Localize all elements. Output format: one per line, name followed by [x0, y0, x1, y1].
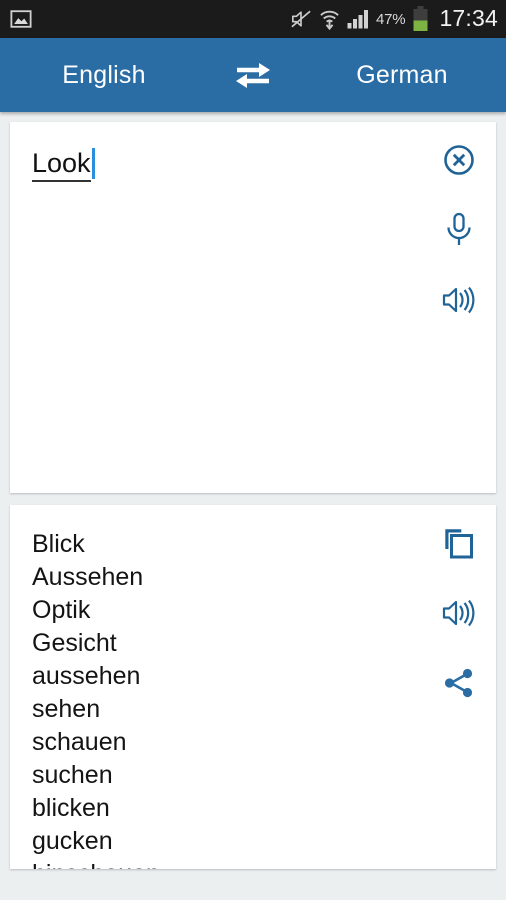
source-language-button[interactable]: English — [0, 61, 208, 90]
source-text-value: Look — [32, 148, 91, 183]
language-header: English German — [0, 38, 506, 112]
input-card-actions — [422, 122, 496, 493]
battery-percent-label: 47% — [376, 10, 406, 28]
speaker-icon — [442, 286, 475, 314]
voice-input-button[interactable] — [439, 210, 479, 250]
clock-label: 17:34 — [439, 4, 498, 31]
clear-icon — [444, 145, 474, 175]
status-bar-notifications — [10, 8, 32, 30]
listen-result-button[interactable] — [439, 593, 479, 633]
swap-languages-button[interactable] — [208, 60, 298, 90]
microphone-icon — [447, 212, 471, 245]
status-bar-indicators: 47% 17:34 — [290, 5, 498, 34]
result-card[interactable]: Blick Aussehen Optik Gesicht aussehen sehen sc… — [10, 505, 496, 869]
image-icon — [10, 8, 32, 30]
input-card[interactable]: Look — [10, 122, 496, 493]
copy-button[interactable] — [439, 523, 479, 563]
share-button[interactable] — [439, 663, 479, 703]
result-card-actions — [422, 505, 496, 869]
translator-app: 47% 17:34 English German Look Blick Auss… — [0, 0, 506, 900]
wifi-icon — [319, 8, 340, 30]
mute-icon — [290, 9, 312, 29]
target-language-button[interactable]: German — [298, 61, 506, 90]
listen-source-button[interactable] — [439, 280, 479, 320]
battery-icon — [412, 6, 429, 32]
signal-icon — [347, 9, 369, 29]
share-icon — [444, 668, 473, 698]
clear-button[interactable] — [439, 140, 479, 180]
text-caret — [91, 148, 95, 179]
status-bar: 47% 17:34 — [0, 0, 506, 38]
swap-languages-icon — [236, 63, 270, 88]
speaker-icon — [442, 599, 475, 627]
copy-icon — [445, 529, 473, 559]
